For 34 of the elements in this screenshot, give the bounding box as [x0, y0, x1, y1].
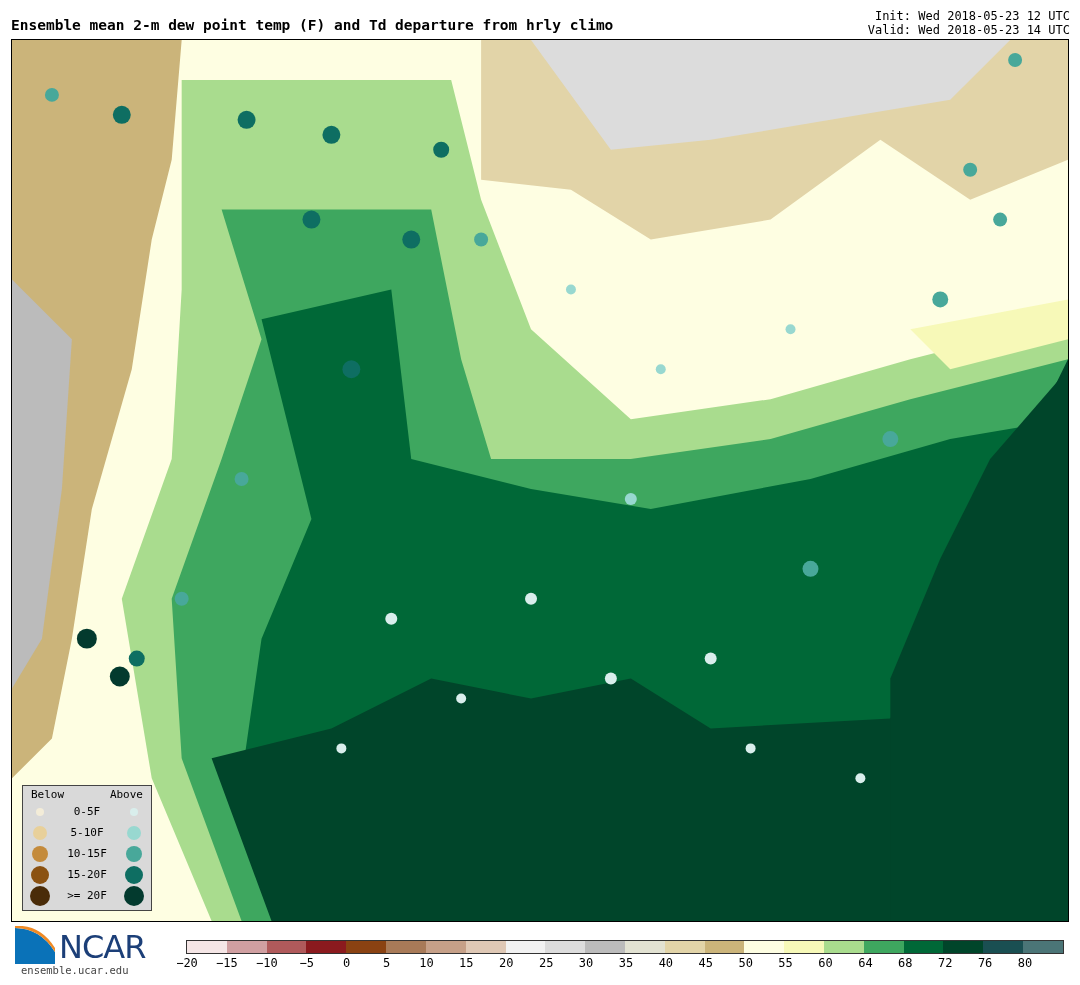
legend-heading: Below [31, 788, 65, 801]
colorbar-tick-label: 45 [697, 956, 714, 970]
colorbar-tick-label: 35 [617, 956, 635, 970]
colorbar-tick-label: 60 [817, 956, 834, 970]
legend-label: 0-5F [72, 805, 102, 818]
logo-text: NCAR [59, 930, 146, 964]
site-url: ensemble.ucar.edu [20, 964, 130, 976]
valid-time: Valid: Wed 2018-05-23 14 UTC [867, 23, 1070, 37]
legend-label: 10-15F [66, 847, 108, 860]
colorbar-tick-label: −15 [215, 956, 239, 970]
colorbar-tick-label: 72 [937, 956, 954, 970]
legend-label: 5-10F [69, 826, 105, 839]
colorbar-tick-label: 0 [342, 956, 352, 970]
colorbar-tick-label: 40 [657, 956, 675, 970]
legend-label: >= 20F [66, 889, 108, 902]
colorbar-tick-label: −5 [298, 956, 315, 970]
colorbar-tick-label: 55 [777, 956, 794, 970]
colorbar-tick-label: 15 [458, 956, 475, 970]
chart-title: Ensemble mean 2-m dew point temp (F) and Td departure from hrly climo [11, 17, 614, 35]
legend-label: 15-20F [66, 868, 108, 881]
colorbar-tick-label: −10 [254, 956, 279, 970]
colorbar-tick-label: −20 [175, 956, 199, 970]
colorbar-tick-label: 80 [1016, 956, 1034, 970]
colorbar-tick-label: 25 [537, 956, 555, 970]
colorbar-tick-label: 68 [897, 956, 914, 970]
colorbar-tick-label: 5 [381, 956, 392, 970]
legend-heading: Above [109, 788, 143, 801]
colorbar-tick-label: 10 [418, 956, 435, 970]
colorbar-tick-label: 30 [577, 956, 595, 970]
init-time: Init: Wed 2018-05-23 12 UTC [873, 9, 1070, 23]
colorbar-tick-label: 76 [976, 956, 994, 970]
colorbar-tick-label: 64 [857, 956, 874, 970]
colorbar-tick-label: 50 [737, 956, 754, 970]
colorbar-tick-label: 20 [498, 956, 515, 970]
